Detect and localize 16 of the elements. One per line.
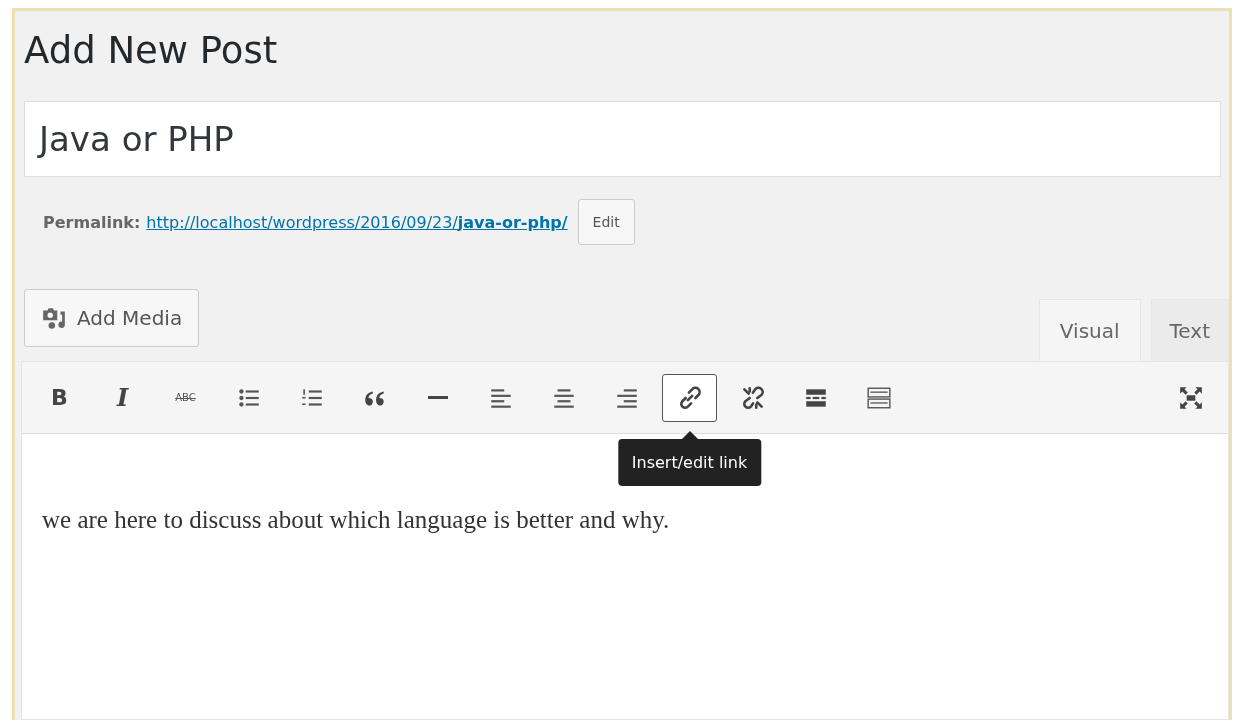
toolbar-button[interactable]: B [32,373,87,422]
page-heading: Add New Post [24,28,279,74]
add-media-button[interactable]: Add Media [24,289,200,347]
toolbar-button[interactable]: I [95,373,150,422]
toolbar-button[interactable]: ABC [158,373,213,422]
permalink-label: Permalink: [43,212,141,232]
editor-tab[interactable]: Text [1150,299,1229,361]
toolbar-button[interactable] [662,373,717,422]
editor-tab[interactable]: Visual [1038,299,1141,361]
post-content: we are here to discuss about which language is better and why. [42,506,671,534]
title-field[interactable]: Java or PHP [24,101,1221,177]
permalink-link[interactable]: http://localhost/wordpress/2016/09/23/java-or-php/ [146,212,568,232]
edit-button[interactable]: Edit [577,199,635,245]
tooltip: Insert/edit link [617,439,762,486]
fullscreen-icon [1177,384,1204,411]
media-icon [41,305,67,331]
